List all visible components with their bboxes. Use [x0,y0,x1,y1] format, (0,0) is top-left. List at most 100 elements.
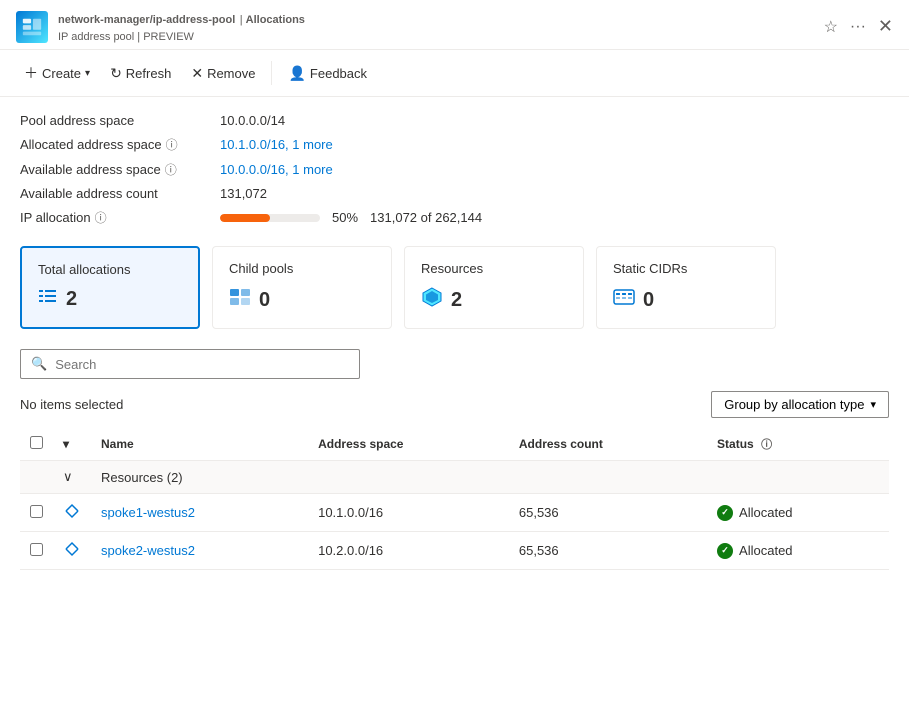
remove-label: Remove [207,66,255,81]
card-resources-value: 2 [421,286,567,314]
available-address-count-value: 131,072 [220,186,267,201]
feedback-button[interactable]: 👤 Feedback [280,60,375,87]
ip-allocation-info-icon[interactable]: ⓘ [95,209,107,226]
row-1-status-dot [717,505,733,521]
card-total-title: Total allocations [38,262,182,277]
static-cidr-icon [613,286,635,314]
available-address-count-row: Available address count 131,072 [20,186,889,201]
allocated-info-icon[interactable]: ⓘ [166,136,178,153]
title-bar-right: ☆ ··· ✕ [824,16,893,37]
more-options-button[interactable]: ··· [850,16,866,37]
progress-bar-fill [220,214,270,222]
page-title: network-manager/ip-address-pool | Alloca… [58,10,305,28]
card-total-allocations[interactable]: Total allocations 2 [20,246,200,329]
feedback-icon: 👤 [288,65,305,82]
remove-icon: ✕ [191,65,203,82]
create-label: Create [42,66,81,81]
row-2-status-label: Allocated [739,543,792,558]
title-bar: network-manager/ip-address-pool | Alloca… [0,0,909,50]
group-by-label: Group by allocation type [724,397,864,412]
row-2-checkbox[interactable] [30,543,43,556]
progress-pct-label: 50% [332,210,358,225]
table-header: ▾ Name Address space Address count Statu… [20,428,889,461]
header-expand-col: ▾ [53,428,91,461]
resource-icon [421,286,443,314]
card-child-pools-value: 0 [229,286,375,314]
page-subtitle: IP address pool | PREVIEW [58,31,194,43]
available-address-count-label: Available address count [20,186,220,201]
card-static-cidrs-title: Static CIDRs [613,261,759,276]
row-1-status: Allocated [717,505,879,521]
close-button[interactable]: ✕ [878,16,893,37]
group-by-button[interactable]: Group by allocation type ▾ [711,391,889,418]
app-icon [16,11,48,43]
allocated-address-space-label: Allocated address space ⓘ [20,136,220,153]
row-1-address-space: 10.1.0.0/16 [308,494,509,532]
pool-address-space-label: Pool address space [20,113,220,128]
ip-allocation-row: IP allocation ⓘ 50% 131,072 of 262,144 [20,209,889,226]
child-pool-icon [229,286,251,314]
search-input[interactable] [55,357,349,372]
refresh-icon: ↻ [110,65,122,82]
table-body: ∨ Resources (2) sp [20,461,889,570]
row-1-name[interactable]: spoke1-westus2 [101,505,195,520]
favorite-button[interactable]: ☆ [824,16,838,37]
create-icon: ＋ [24,63,38,83]
header-address-count[interactable]: Address count [509,428,707,461]
title-text: network-manager/ip-address-pool | Alloca… [58,10,305,43]
row-2-status-dot [717,543,733,559]
pool-address-space-row: Pool address space 10.0.0.0/14 [20,113,889,128]
sort-icon[interactable]: ▾ [63,437,69,451]
allocations-table: ▾ Name Address space Address count Statu… [20,428,889,570]
row-2-name[interactable]: spoke2-westus2 [101,543,195,558]
allocated-address-space-value[interactable]: 10.1.0.0/16, 1 more [220,137,333,152]
pool-address-space-value: 10.0.0.0/14 [220,113,285,128]
refresh-label: Refresh [126,66,172,81]
card-total-value: 2 [38,287,182,312]
available-space-info-icon[interactable]: ⓘ [165,161,177,178]
row-1-status-label: Allocated [739,505,792,520]
table-row: spoke1-westus2 10.1.0.0/16 65,536 Alloca… [20,494,889,532]
card-static-cidrs[interactable]: Static CIDRs 0 [596,246,776,329]
create-button[interactable]: ＋ Create ▾ [16,58,98,88]
header-address-space[interactable]: Address space [308,428,509,461]
list-toolbar: No items selected Group by allocation ty… [20,391,889,418]
select-all-checkbox[interactable] [30,436,43,449]
toolbar-divider [271,61,272,85]
remove-button[interactable]: ✕ Remove [183,60,263,87]
selection-status: No items selected [20,397,123,412]
row-1-resource-icon [63,508,81,523]
row-1-checkbox[interactable] [30,505,43,518]
group-label: Resources (2) [91,461,889,494]
card-static-cidrs-value: 0 [613,286,759,314]
group-row-resources: ∨ Resources (2) [20,461,889,494]
status-info-icon[interactable]: ⓘ [761,439,772,451]
header-status[interactable]: Status ⓘ [707,428,889,461]
group-expand-icon[interactable]: ∨ [63,469,73,484]
card-resources[interactable]: Resources 2 [404,246,584,329]
row-2-address-count: 65,536 [509,532,707,570]
toolbar: ＋ Create ▾ ↻ Refresh ✕ Remove 👤 Feedback [0,50,909,97]
table-row: spoke2-westus2 10.2.0.0/16 65,536 Alloca… [20,532,889,570]
cards-container: Total allocations 2 Child pools [20,246,889,329]
allocated-address-space-row: Allocated address space ⓘ 10.1.0.0/16, 1… [20,136,889,153]
available-address-space-label: Available address space ⓘ [20,161,220,178]
row-2-resource-icon [63,546,81,561]
card-child-pools[interactable]: Child pools 0 [212,246,392,329]
feedback-label: Feedback [310,66,367,81]
available-address-space-value[interactable]: 10.0.0.0/16, 1 more [220,162,333,177]
group-by-chevron-icon: ▾ [870,398,876,411]
row-2-status: Allocated [717,543,879,559]
card-child-pools-title: Child pools [229,261,375,276]
create-chevron-icon: ▾ [85,68,90,79]
content: Pool address space 10.0.0.0/14 Allocated… [0,97,909,586]
row-1-address-count: 65,536 [509,494,707,532]
ip-allocation-label: IP allocation ⓘ [20,209,220,226]
search-bar[interactable]: 🔍 [20,349,360,379]
search-icon: 🔍 [31,356,47,372]
header-name[interactable]: Name [91,428,308,461]
title-bar-left: network-manager/ip-address-pool | Alloca… [16,10,305,43]
header-checkbox-col [20,428,53,461]
ip-allocation-progress: 50% 131,072 of 262,144 [220,210,482,225]
refresh-button[interactable]: ↻ Refresh [102,60,179,87]
